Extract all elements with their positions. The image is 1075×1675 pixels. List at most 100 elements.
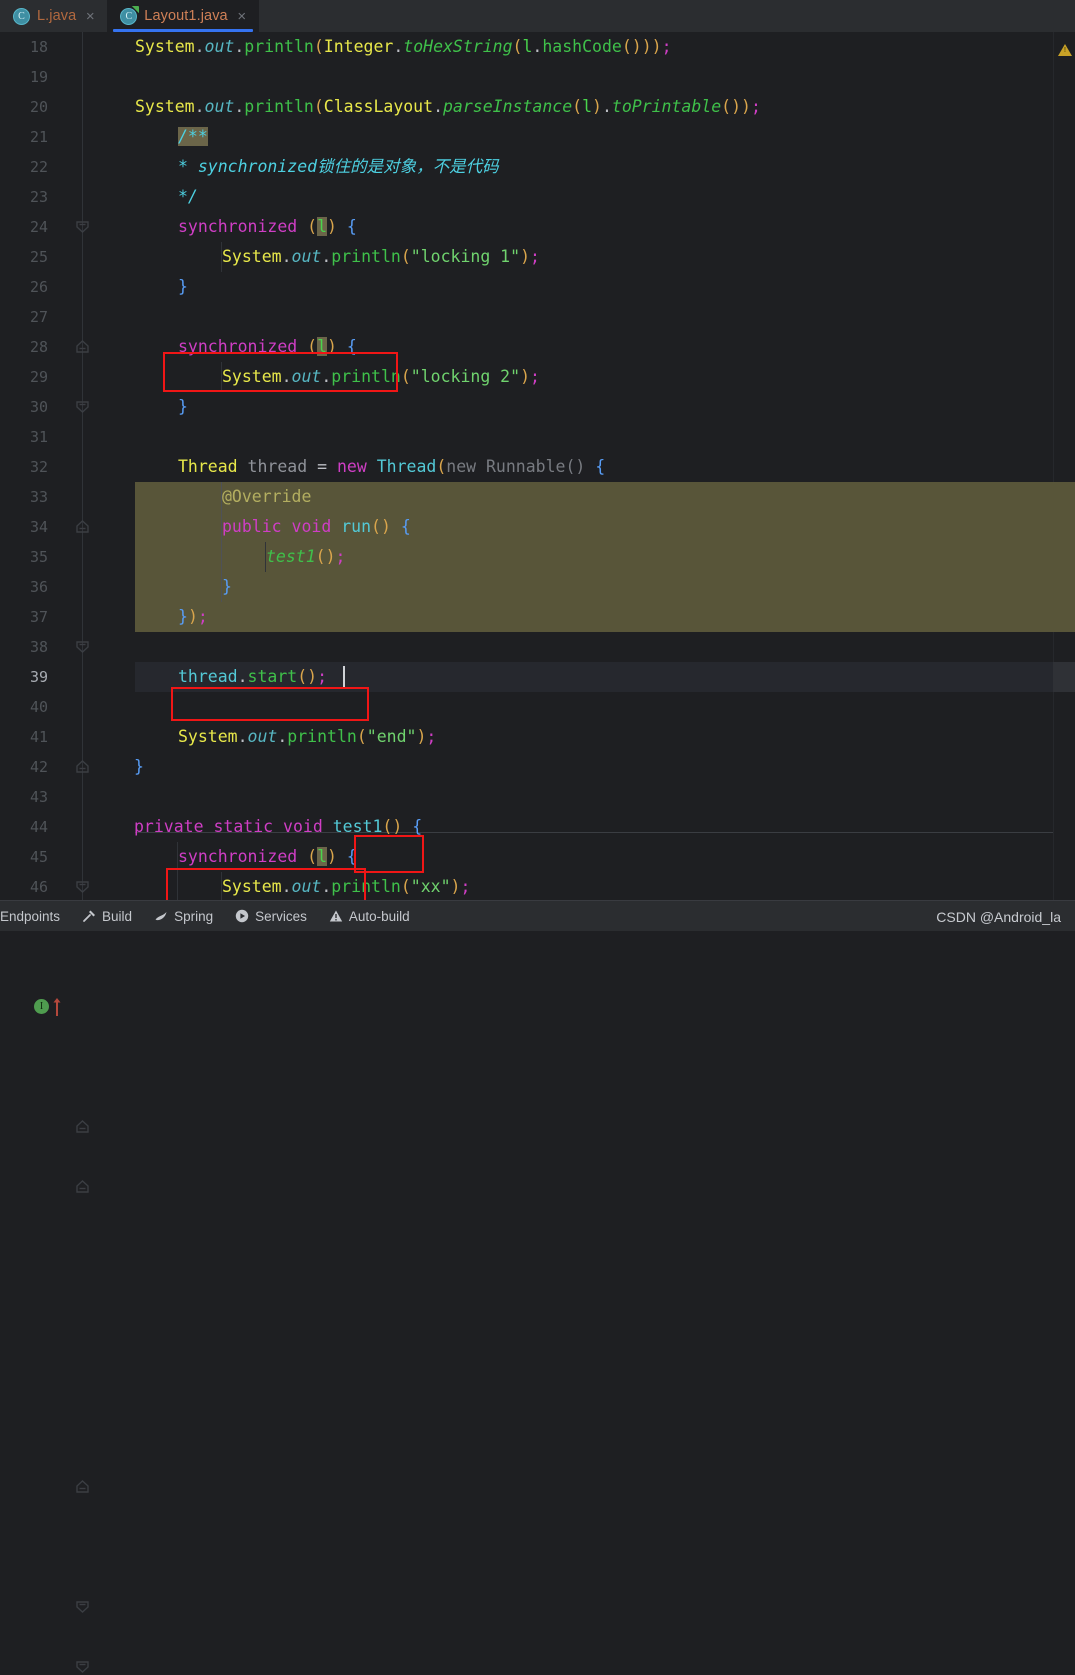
line-number: 24: [0, 212, 48, 242]
line-number: 42: [0, 752, 48, 782]
status-item-build[interactable]: Build: [71, 901, 143, 932]
code-line-row: 28 synchronized (l) {: [0, 332, 1075, 362]
close-icon[interactable]: ×: [83, 9, 97, 24]
line-number: 19: [0, 62, 48, 92]
line-number: 41: [0, 722, 48, 752]
code-line-text[interactable]: test1();: [266, 542, 345, 572]
line-number: 28: [0, 332, 48, 362]
code-line-text[interactable]: Thread thread = new Thread(new Runnable(…: [178, 452, 605, 482]
fold-pentagon-up-icon[interactable]: [74, 1179, 91, 1195]
java-class-icon-letter: C: [120, 8, 137, 25]
code-line-text[interactable]: System.out.println("locking 1");: [222, 242, 540, 272]
line-number: 25: [0, 242, 48, 272]
code-line-row: 24 synchronized (l) {: [0, 212, 1075, 242]
line-number: 46: [0, 872, 48, 902]
status-label: Build: [102, 909, 132, 924]
implements-method-marker[interactable]: I: [34, 996, 66, 1018]
indent-guide: [177, 842, 178, 902]
code-line-row: 34 I public void run() {: [0, 512, 1075, 542]
line-number: 22: [0, 152, 48, 182]
status-item-spring[interactable]: Spring: [143, 901, 224, 932]
code-line-text[interactable]: System.out.println(Integer.toHexString(l…: [135, 32, 672, 62]
status-label: Auto-build: [349, 909, 410, 924]
java-class-icon-letter: C: [13, 8, 30, 25]
line-number: 23: [0, 182, 48, 212]
code-line-comment[interactable]: * synchronized锁住的是对象，不是代码: [178, 152, 499, 182]
code-line-text[interactable]: });: [178, 602, 208, 632]
code-line-comment[interactable]: */: [178, 182, 198, 212]
status-item-services[interactable]: Services: [224, 901, 318, 932]
code-line-text[interactable]: /**: [178, 122, 208, 152]
code-line-text[interactable]: synchronized (l) {: [178, 842, 357, 872]
code-line-text[interactable]: System.out.println("end");: [178, 722, 436, 752]
code-line-row: 35 test1();: [0, 542, 1075, 572]
line-number: 34: [0, 512, 48, 542]
code-line-row: 31: [0, 422, 1075, 452]
code-line-row: 42 }: [0, 752, 1075, 782]
code-line-text[interactable]: private static void test1() {: [134, 812, 422, 842]
code-line-row: 44 private static void test1() {: [0, 812, 1075, 842]
code-line-row: 21 /**: [0, 122, 1075, 152]
code-line-row: 22 * synchronized锁住的是对象，不是代码: [0, 152, 1075, 182]
java-class-icon: C: [120, 8, 137, 25]
implementing-method-icon[interactable]: I: [34, 999, 49, 1014]
tab-l-java[interactable]: C L.java ×: [0, 0, 107, 32]
tab-layout1-java[interactable]: C Layout1.java ×: [107, 0, 258, 32]
code-line-text[interactable]: System.out.println("xx");: [222, 872, 470, 902]
code-line-row: 18 System.out.println(Integer.toHexStrin…: [0, 32, 1075, 62]
code-line-text[interactable]: }: [178, 272, 188, 302]
code-line-row: 43: [0, 782, 1075, 812]
line-number: 20: [0, 92, 48, 122]
line-number: 43: [0, 782, 48, 812]
code-line-row: 20 System.out.println(ClassLayout.parseI…: [0, 92, 1075, 122]
code-line-text[interactable]: }: [178, 392, 188, 422]
code-line-row: 45 synchronized (l) {: [0, 842, 1075, 872]
fold-chevron-down-icon[interactable]: [74, 1659, 91, 1675]
line-number: 33: [0, 482, 48, 512]
status-item-endpoints[interactable]: Endpoints: [0, 901, 71, 932]
code-line-row: 29 System.out.println("locking 2");: [0, 362, 1075, 392]
code-line-text[interactable]: @Override: [222, 482, 311, 512]
fold-chevron-down-icon[interactable]: [74, 1599, 91, 1615]
line-number: 38: [0, 632, 48, 662]
status-item-auto-build[interactable]: Auto-build: [318, 901, 421, 932]
code-line-text[interactable]: public void run() {: [222, 512, 411, 542]
code-line-text[interactable]: }: [222, 572, 232, 602]
line-number: 18: [0, 32, 48, 62]
line-number: 26: [0, 272, 48, 302]
code-line-row: 46 System.out.println("xx");: [0, 872, 1075, 902]
code-line-text[interactable]: }: [134, 752, 144, 782]
fold-pentagon-up-icon[interactable]: [74, 1479, 91, 1495]
code-line-text[interactable]: System.out.println("locking 2");: [222, 362, 540, 392]
override-arrow-icon: [53, 997, 61, 1017]
line-number: 27: [0, 302, 48, 332]
line-number: 31: [0, 422, 48, 452]
line-number: 40: [0, 692, 48, 722]
code-line-row: 33 @Override: [0, 482, 1075, 512]
close-icon[interactable]: ×: [235, 9, 249, 24]
code-line-row: 25 System.out.println("locking 1");: [0, 242, 1075, 272]
hammer-icon: [82, 909, 96, 923]
line-number: 45: [0, 842, 48, 872]
tab-label: L.java: [37, 8, 76, 24]
indent-guide-active: [221, 482, 222, 602]
java-class-icon: C: [13, 8, 30, 25]
play-circle-icon: [235, 909, 249, 923]
line-number: 32: [0, 452, 48, 482]
code-editor[interactable]: ! 18 System.out.println(Integer.toHexStr…: [0, 32, 1075, 900]
code-line-row: 26 }: [0, 272, 1075, 302]
code-line-text[interactable]: synchronized (l) {: [178, 332, 357, 362]
line-number: 37: [0, 602, 48, 632]
indent-guide: [265, 542, 266, 572]
code-line-text[interactable]: thread.start();: [178, 662, 327, 692]
status-label: Services: [255, 909, 307, 924]
code-line-row: 19: [0, 62, 1075, 92]
code-line-text[interactable]: synchronized (l) {: [178, 212, 357, 242]
watermark-text: CSDN @Android_la: [936, 901, 1061, 932]
indent-guide: [221, 242, 222, 272]
spring-leaf-icon: [154, 909, 168, 923]
status-label: Endpoints: [0, 909, 60, 924]
code-line-text[interactable]: System.out.println(ClassLayout.parseInst…: [135, 92, 761, 122]
fold-pentagon-up-icon[interactable]: [74, 1119, 91, 1135]
code-line-row: 32 Thread thread = new Thread(new Runnab…: [0, 452, 1075, 482]
